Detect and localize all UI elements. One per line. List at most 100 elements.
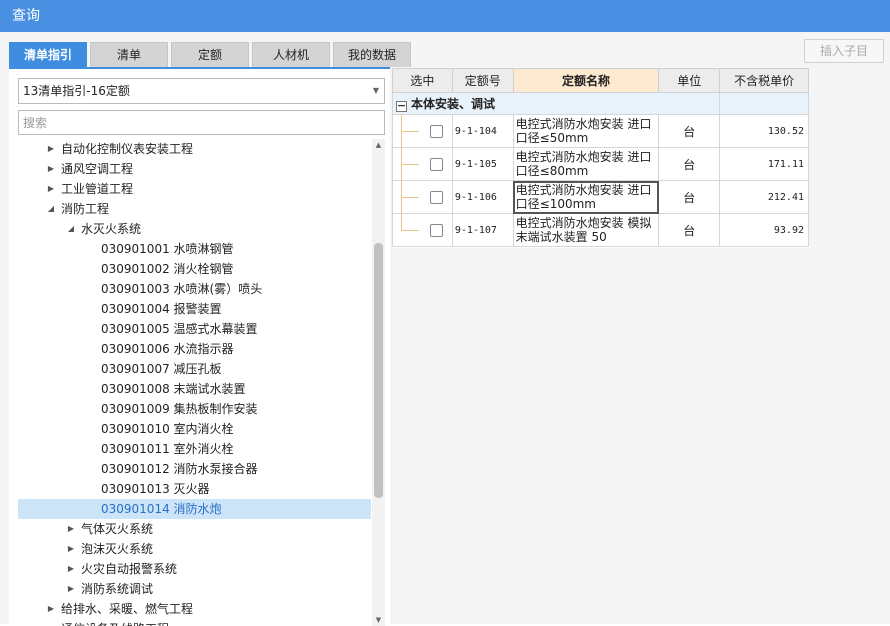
expanded-arrow-icon[interactable]: ◢ — [46, 199, 56, 219]
search-input[interactable] — [19, 111, 384, 134]
tree-item-label: 工业管道工程 — [61, 182, 134, 196]
tree-item[interactable]: ▶ 泡沫灭火系统 — [18, 539, 371, 559]
search-field[interactable] — [18, 110, 385, 135]
select-cell — [392, 114, 453, 148]
column-header-code[interactable]: 定额号 — [451, 68, 514, 93]
tree-item[interactable]: 030901002 消火栓钢管 — [18, 259, 371, 279]
tree-item[interactable]: ▶ 自动化控制仪表安装工程 — [18, 139, 371, 159]
tree-item[interactable]: ▶ 通信设备及线路工程 — [18, 619, 371, 626]
tab-list[interactable]: 清单 — [90, 42, 168, 67]
quota-price: 212.41 — [719, 180, 809, 214]
tree-item[interactable]: 030901010 室内消火栓 — [18, 419, 371, 439]
scroll-up-icon[interactable]: ▲ — [372, 139, 385, 151]
tree-item-label: 通信设备及线路工程 — [61, 619, 169, 626]
tree-item[interactable]: 030901014 消防水炮 — [18, 499, 371, 519]
tree-item[interactable]: ▶ 工业管道工程 — [18, 179, 371, 199]
tree-item[interactable]: 030901004 报警装置 — [18, 299, 371, 319]
row-checkbox[interactable] — [430, 191, 443, 204]
tree-item-label: 030901010 室内消火栓 — [101, 422, 234, 436]
quota-name[interactable]: 电控式消防水炮安装 进口口径≤50mm — [512, 114, 660, 148]
collapsed-arrow-icon[interactable]: ▶ — [46, 179, 56, 199]
tree-item-label: 030901002 消火栓钢管 — [101, 262, 234, 276]
row-checkbox[interactable] — [430, 158, 443, 171]
tree-item-label: 030901014 消防水炮 — [101, 502, 222, 516]
insert-child-button[interactable]: 插入子目 — [804, 39, 884, 63]
row-checkbox[interactable] — [430, 224, 443, 237]
collapsed-arrow-icon[interactable]: ▶ — [46, 619, 56, 626]
tab-quota[interactable]: 定额 — [171, 42, 249, 67]
tree-item[interactable]: ◢ 消防工程 — [18, 199, 371, 219]
tree-item-label: 火灾自动报警系统 — [81, 562, 178, 576]
group-row[interactable]: − 本体安装、调试 — [391, 92, 809, 115]
collapsed-arrow-icon[interactable]: ▶ — [66, 559, 76, 579]
tree-item[interactable]: ◢ 水灭火系统 — [18, 219, 371, 239]
tree-item-label: 泡沫灭火系统 — [81, 542, 154, 556]
column-header-select[interactable]: 选中 — [392, 68, 453, 93]
scroll-down-icon[interactable]: ▼ — [372, 614, 385, 626]
tree-item[interactable]: ▶ 气体灭火系统 — [18, 519, 371, 539]
tree-item-label: 水灭火系统 — [81, 222, 142, 236]
collapsed-arrow-icon[interactable]: ▶ — [66, 539, 76, 559]
table-row[interactable]: 9-1-105 电控式消防水炮安装 进口口径≤80mm 台 171.11 — [392, 147, 809, 181]
tab-list-guide[interactable]: 清单指引 — [9, 42, 87, 67]
tree-item-label: 消防系统调试 — [81, 582, 154, 596]
column-header-price[interactable]: 不含税单价 — [719, 68, 809, 93]
tree-item[interactable]: 030901007 减压孔板 — [18, 359, 371, 379]
tree-item[interactable]: 030901009 集热板制作安装 — [18, 399, 371, 419]
quota-unit: 台 — [658, 147, 721, 181]
group-label: 本体安装、调试 — [411, 97, 496, 111]
expanded-arrow-icon[interactable]: ◢ — [66, 219, 76, 239]
tree-item-label: 自动化控制仪表安装工程 — [61, 142, 194, 156]
quota-code: 9-1-104 — [451, 114, 514, 148]
collapsed-arrow-icon[interactable]: ▶ — [66, 519, 76, 539]
select-cell — [392, 213, 453, 247]
quota-price: 171.11 — [719, 147, 809, 181]
quota-code: 9-1-107 — [451, 213, 514, 247]
quota-price: 93.92 — [719, 213, 809, 247]
tree-item-label: 030901011 室外消火栓 — [101, 442, 234, 456]
tree-item[interactable]: 030901005 温感式水幕装置 — [18, 319, 371, 339]
table-row[interactable]: 9-1-104 电控式消防水炮安装 进口口径≤50mm 台 130.52 — [392, 114, 809, 148]
table-row[interactable]: 9-1-106 电控式消防水炮安装 进口口径≤100mm 台 212.41 — [392, 180, 809, 214]
column-header-name[interactable]: 定额名称 — [512, 68, 660, 93]
tree-item[interactable]: 030901008 末端试水装置 — [18, 379, 371, 399]
tree-item[interactable]: 030901013 灭火器 — [18, 479, 371, 499]
tree-item[interactable]: 030901012 消防水泵接合器 — [18, 459, 371, 479]
quota-name[interactable]: 电控式消防水炮安装 模拟末端试水装置 50 — [512, 213, 660, 247]
tree-item[interactable]: 030901006 水流指示器 — [18, 339, 371, 359]
tree-item-label: 气体灭火系统 — [81, 522, 154, 536]
column-header-unit[interactable]: 单位 — [658, 68, 721, 93]
library-select[interactable]: 13清单指引-16定额 ▼ — [18, 78, 385, 104]
tree-item-label: 030901008 末端试水装置 — [101, 382, 246, 396]
tree-item[interactable]: 030901011 室外消火栓 — [18, 439, 371, 459]
tree-item-label: 给排水、采暖、燃气工程 — [61, 602, 194, 616]
tree-item-label: 030901013 灭火器 — [101, 482, 210, 496]
quota-name[interactable]: 电控式消防水炮安装 进口口径≤100mm — [512, 180, 660, 214]
scrollbar-thumb[interactable] — [374, 243, 383, 498]
tree-item[interactable]: ▶ 消防系统调试 — [18, 579, 371, 599]
quota-price: 130.52 — [719, 114, 809, 148]
tree-scrollbar[interactable]: ▲ ▼ — [372, 139, 385, 626]
tab-labor-material-machine[interactable]: 人材机 — [252, 42, 330, 67]
tree-item[interactable]: ▶ 给排水、采暖、燃气工程 — [18, 599, 371, 619]
tree-item[interactable]: ▶ 火灾自动报警系统 — [18, 559, 371, 579]
quota-name[interactable]: 电控式消防水炮安装 进口口径≤80mm — [512, 147, 660, 181]
collapsed-arrow-icon[interactable]: ▶ — [46, 159, 56, 179]
tab-bar: 清单指引 清单 定额 人材机 我的数据 — [9, 42, 414, 67]
tree-item[interactable]: 030901001 水喷淋钢管 — [18, 239, 371, 259]
tree-item-label: 通风空调工程 — [61, 162, 134, 176]
row-checkbox[interactable] — [430, 125, 443, 138]
tab-my-data[interactable]: 我的数据 — [333, 42, 411, 67]
tree-item-label: 030901001 水喷淋钢管 — [101, 242, 234, 256]
quota-unit: 台 — [658, 114, 721, 148]
table-row[interactable]: 9-1-107 电控式消防水炮安装 模拟末端试水装置 50 台 93.92 — [392, 213, 809, 247]
select-cell — [392, 180, 453, 214]
collapsed-arrow-icon[interactable]: ▶ — [46, 599, 56, 619]
collapsed-arrow-icon[interactable]: ▶ — [46, 139, 56, 159]
tree-item[interactable]: 030901003 水喷淋(雾）喷头 — [18, 279, 371, 299]
main-area: 清单指引 清单 定额 人材机 我的数据 插入子目 13清单指引-16定额 ▼ ▶… — [0, 32, 890, 626]
tree-item[interactable]: ▶ 通风空调工程 — [18, 159, 371, 179]
left-panel: 13清单指引-16定额 ▼ ▶ 自动化控制仪表安装工程 ▶ 通风空调工程 ▶ 工业管道工程… — [9, 67, 390, 626]
collapsed-arrow-icon[interactable]: ▶ — [66, 579, 76, 599]
collapse-icon[interactable]: − — [396, 100, 407, 112]
